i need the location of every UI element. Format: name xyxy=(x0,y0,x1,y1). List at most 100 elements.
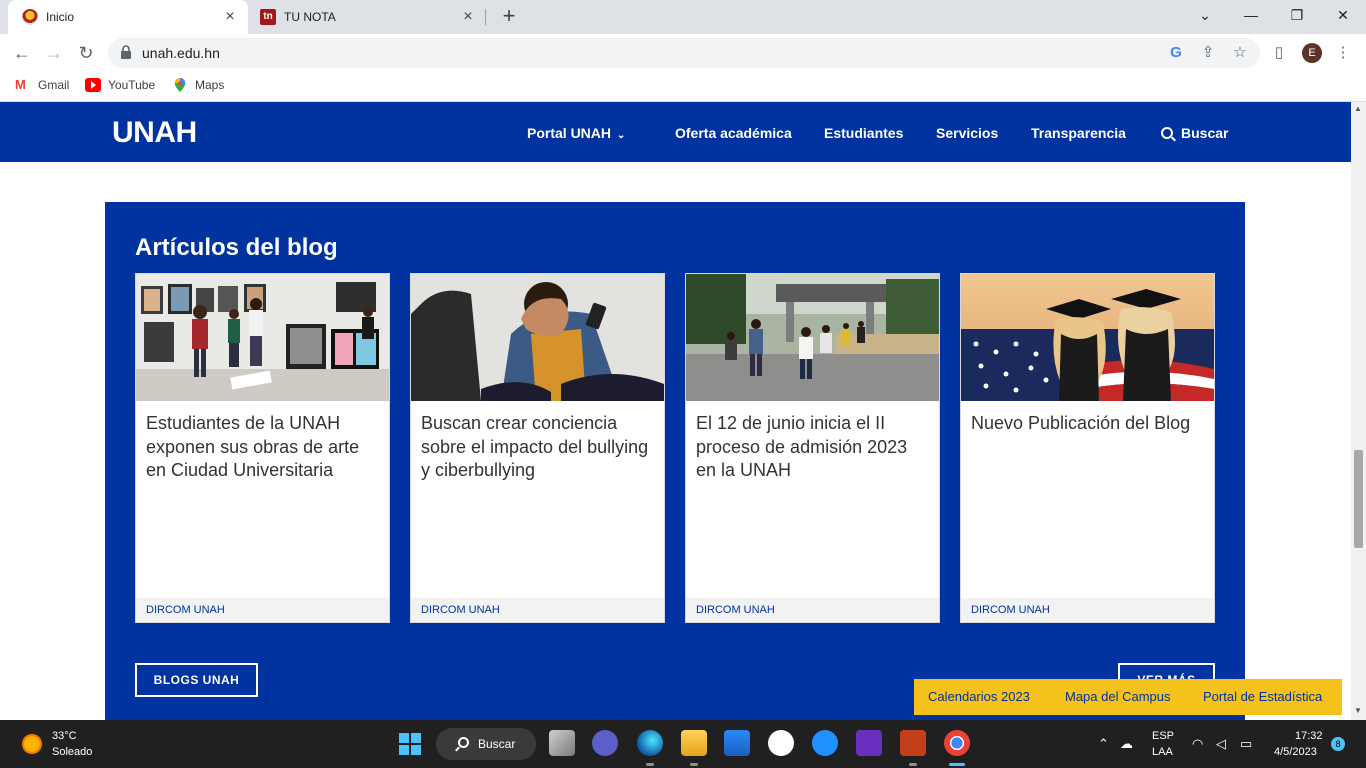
tab-title: Inicio xyxy=(46,10,75,24)
maps-pin-icon xyxy=(174,78,186,92)
wifi-icon[interactable]: ◠ xyxy=(1192,736,1203,752)
bookmark-label: Maps xyxy=(195,78,225,92)
weather-description[interactable]: Soleado xyxy=(52,746,92,758)
web-page: UNAH Portal UNAH ⌄ Oferta académica Estud… xyxy=(0,102,1351,720)
scroll-up-arrow-icon[interactable]: ▲ xyxy=(1354,104,1362,113)
nav-label: Portal UNAH xyxy=(527,125,612,141)
youtube-icon xyxy=(85,78,101,92)
search-icon xyxy=(1161,127,1173,139)
link-mapa-campus[interactable]: Mapa del Campus xyxy=(1065,689,1171,704)
tab-inicio[interactable]: Inicio × xyxy=(8,0,248,34)
scroll-down-arrow-icon[interactable]: ▼ xyxy=(1354,706,1362,715)
blog-card[interactable]: Nuevo Publicación del Blog DIRCOM UNAH xyxy=(960,273,1215,623)
browser-toolbar: ← → ↻ unah.edu.hn G ⇪ ☆ ▯ E ⋮ xyxy=(0,34,1366,72)
scrollbar-thumb[interactable] xyxy=(1354,450,1363,548)
app-running-indicator xyxy=(690,763,698,766)
page-scrollbar[interactable]: ▲ ▼ xyxy=(1351,102,1366,720)
nav-portal-unah[interactable]: Portal UNAH ⌄ xyxy=(527,125,625,141)
section-title: Artículos del blog xyxy=(135,234,338,261)
link-portal-estadistica[interactable]: Portal de Estadística xyxy=(1203,689,1322,704)
new-tab-button[interactable]: + xyxy=(498,5,520,28)
profile-avatar[interactable]: E xyxy=(1302,43,1322,63)
close-window-button[interactable]: ✕ xyxy=(1320,0,1366,32)
card-footer: DIRCOM UNAH xyxy=(136,598,389,622)
notification-badge[interactable]: 8 xyxy=(1331,737,1345,751)
menu-kebab-icon[interactable]: ⋮ xyxy=(1332,42,1354,64)
edge-icon[interactable] xyxy=(637,730,663,756)
card-title[interactable]: Estudiantes de la UNAH exponen sus obras… xyxy=(146,412,381,483)
blog-card[interactable]: Buscan crear conciencia sobre el impacto… xyxy=(410,273,665,623)
help-icon[interactable] xyxy=(812,730,838,756)
card-footer: DIRCOM UNAH xyxy=(686,598,939,622)
windows-start-icon[interactable] xyxy=(399,733,421,755)
minimize-button[interactable]: — xyxy=(1228,0,1274,32)
close-tab-icon[interactable]: × xyxy=(460,9,476,25)
volume-icon[interactable]: ◁ xyxy=(1216,736,1226,752)
restore-button[interactable]: ❐ xyxy=(1274,0,1320,32)
nav-buscar[interactable]: Buscar xyxy=(1161,125,1228,141)
nav-transparencia[interactable]: Transparencia xyxy=(1031,125,1126,141)
link-calendarios[interactable]: Calendarios 2023 xyxy=(928,689,1030,704)
task-view-icon[interactable] xyxy=(549,730,575,756)
card-author: DIRCOM UNAH xyxy=(421,604,500,616)
onedrive-cloud-icon[interactable]: ☁ xyxy=(1120,736,1133,752)
file-explorer-icon[interactable] xyxy=(681,730,707,756)
nav-oferta-academica[interactable]: Oferta académica xyxy=(675,125,792,141)
clock-date[interactable]: 4/5/2023 xyxy=(1274,746,1317,758)
site-navbar: UNAH Portal UNAH ⌄ Oferta académica Estud… xyxy=(0,102,1351,162)
unah-favicon-icon xyxy=(22,9,38,25)
nav-label: Buscar xyxy=(1181,125,1229,141)
card-image-art-exhibition xyxy=(136,274,389,401)
bookmark-star-icon[interactable]: ☆ xyxy=(1230,43,1250,63)
quick-links-bar: Calendarios 2023 Mapa del Campus Portal … xyxy=(914,679,1342,715)
language-indicator[interactable]: ESP xyxy=(1152,730,1174,742)
blog-section: Artículos del blog Estudiantes de la UNA… xyxy=(105,202,1245,720)
tab-tu-nota[interactable]: tn TU NOTA × xyxy=(250,0,486,34)
close-tab-icon[interactable]: × xyxy=(222,9,238,25)
app-active-indicator xyxy=(949,763,965,766)
card-title[interactable]: El 12 de junio inicia el II proceso de a… xyxy=(696,412,931,483)
chrome-icon[interactable] xyxy=(944,730,970,756)
blogs-unah-button[interactable]: BLOGS UNAH xyxy=(135,663,258,697)
app-running-indicator xyxy=(909,763,917,766)
visual-studio-icon[interactable] xyxy=(856,730,882,756)
nav-estudiantes[interactable]: Estudiantes xyxy=(824,125,903,141)
url-text: unah.edu.hn xyxy=(142,45,220,61)
chevron-down-icon: ⌄ xyxy=(617,130,626,141)
gmail-icon: M xyxy=(15,77,26,92)
taskbar-search[interactable]: Buscar xyxy=(436,728,536,760)
keyboard-layout-indicator[interactable]: LAA xyxy=(1152,746,1173,758)
google-translate-icon[interactable]: G xyxy=(1166,43,1186,63)
card-title[interactable]: Nuevo Publicación del Blog xyxy=(971,412,1206,436)
card-title[interactable]: Buscan crear conciencia sobre el impacto… xyxy=(421,412,656,483)
bookmark-youtube[interactable]: YouTube xyxy=(85,78,155,92)
browser-tab-strip: Inicio × tn TU NOTA × + ⌄ — ❐ ✕ xyxy=(0,0,1366,34)
bookmark-maps[interactable]: Maps xyxy=(172,78,224,92)
side-panel-icon[interactable]: ▯ xyxy=(1268,42,1290,64)
forward-button[interactable]: → xyxy=(40,40,68,68)
teams-chat-icon[interactable] xyxy=(592,730,618,756)
card-author: DIRCOM UNAH xyxy=(971,604,1050,616)
powerpoint-icon[interactable] xyxy=(900,730,926,756)
back-button[interactable]: ← xyxy=(8,40,36,68)
chevron-up-icon[interactable]: ⌃ xyxy=(1098,736,1109,752)
clock-time[interactable]: 17:32 xyxy=(1295,730,1323,742)
battery-icon[interactable]: ▭ xyxy=(1240,736,1252,752)
reload-button[interactable]: ↻ xyxy=(72,40,100,68)
app-running-indicator xyxy=(646,763,654,766)
bookmark-label: Gmail xyxy=(38,78,70,92)
tab-search-chevron-icon[interactable]: ⌄ xyxy=(1182,0,1228,32)
weather-temperature[interactable]: 33°C xyxy=(52,730,77,742)
sun-weather-icon[interactable] xyxy=(22,734,42,754)
microsoft-store-icon[interactable] xyxy=(724,730,750,756)
windows-taskbar: 33°C Soleado Buscar ⌃ ☁ ESP LAA ◠ ◁ ▭ 17… xyxy=(0,720,1366,768)
blog-card[interactable]: Estudiantes de la UNAH exponen sus obras… xyxy=(135,273,390,623)
share-icon[interactable]: ⇪ xyxy=(1198,43,1218,63)
address-bar[interactable]: unah.edu.hn G ⇪ ☆ xyxy=(108,38,1260,68)
nav-servicios[interactable]: Servicios xyxy=(936,125,998,141)
bookmark-gmail[interactable]: M Gmail xyxy=(15,77,70,93)
site-logo[interactable]: UNAH xyxy=(112,116,197,150)
card-image-graduates xyxy=(961,274,1214,401)
app-icon[interactable] xyxy=(768,730,794,756)
blog-card[interactable]: El 12 de junio inicia el II proceso de a… xyxy=(685,273,940,623)
